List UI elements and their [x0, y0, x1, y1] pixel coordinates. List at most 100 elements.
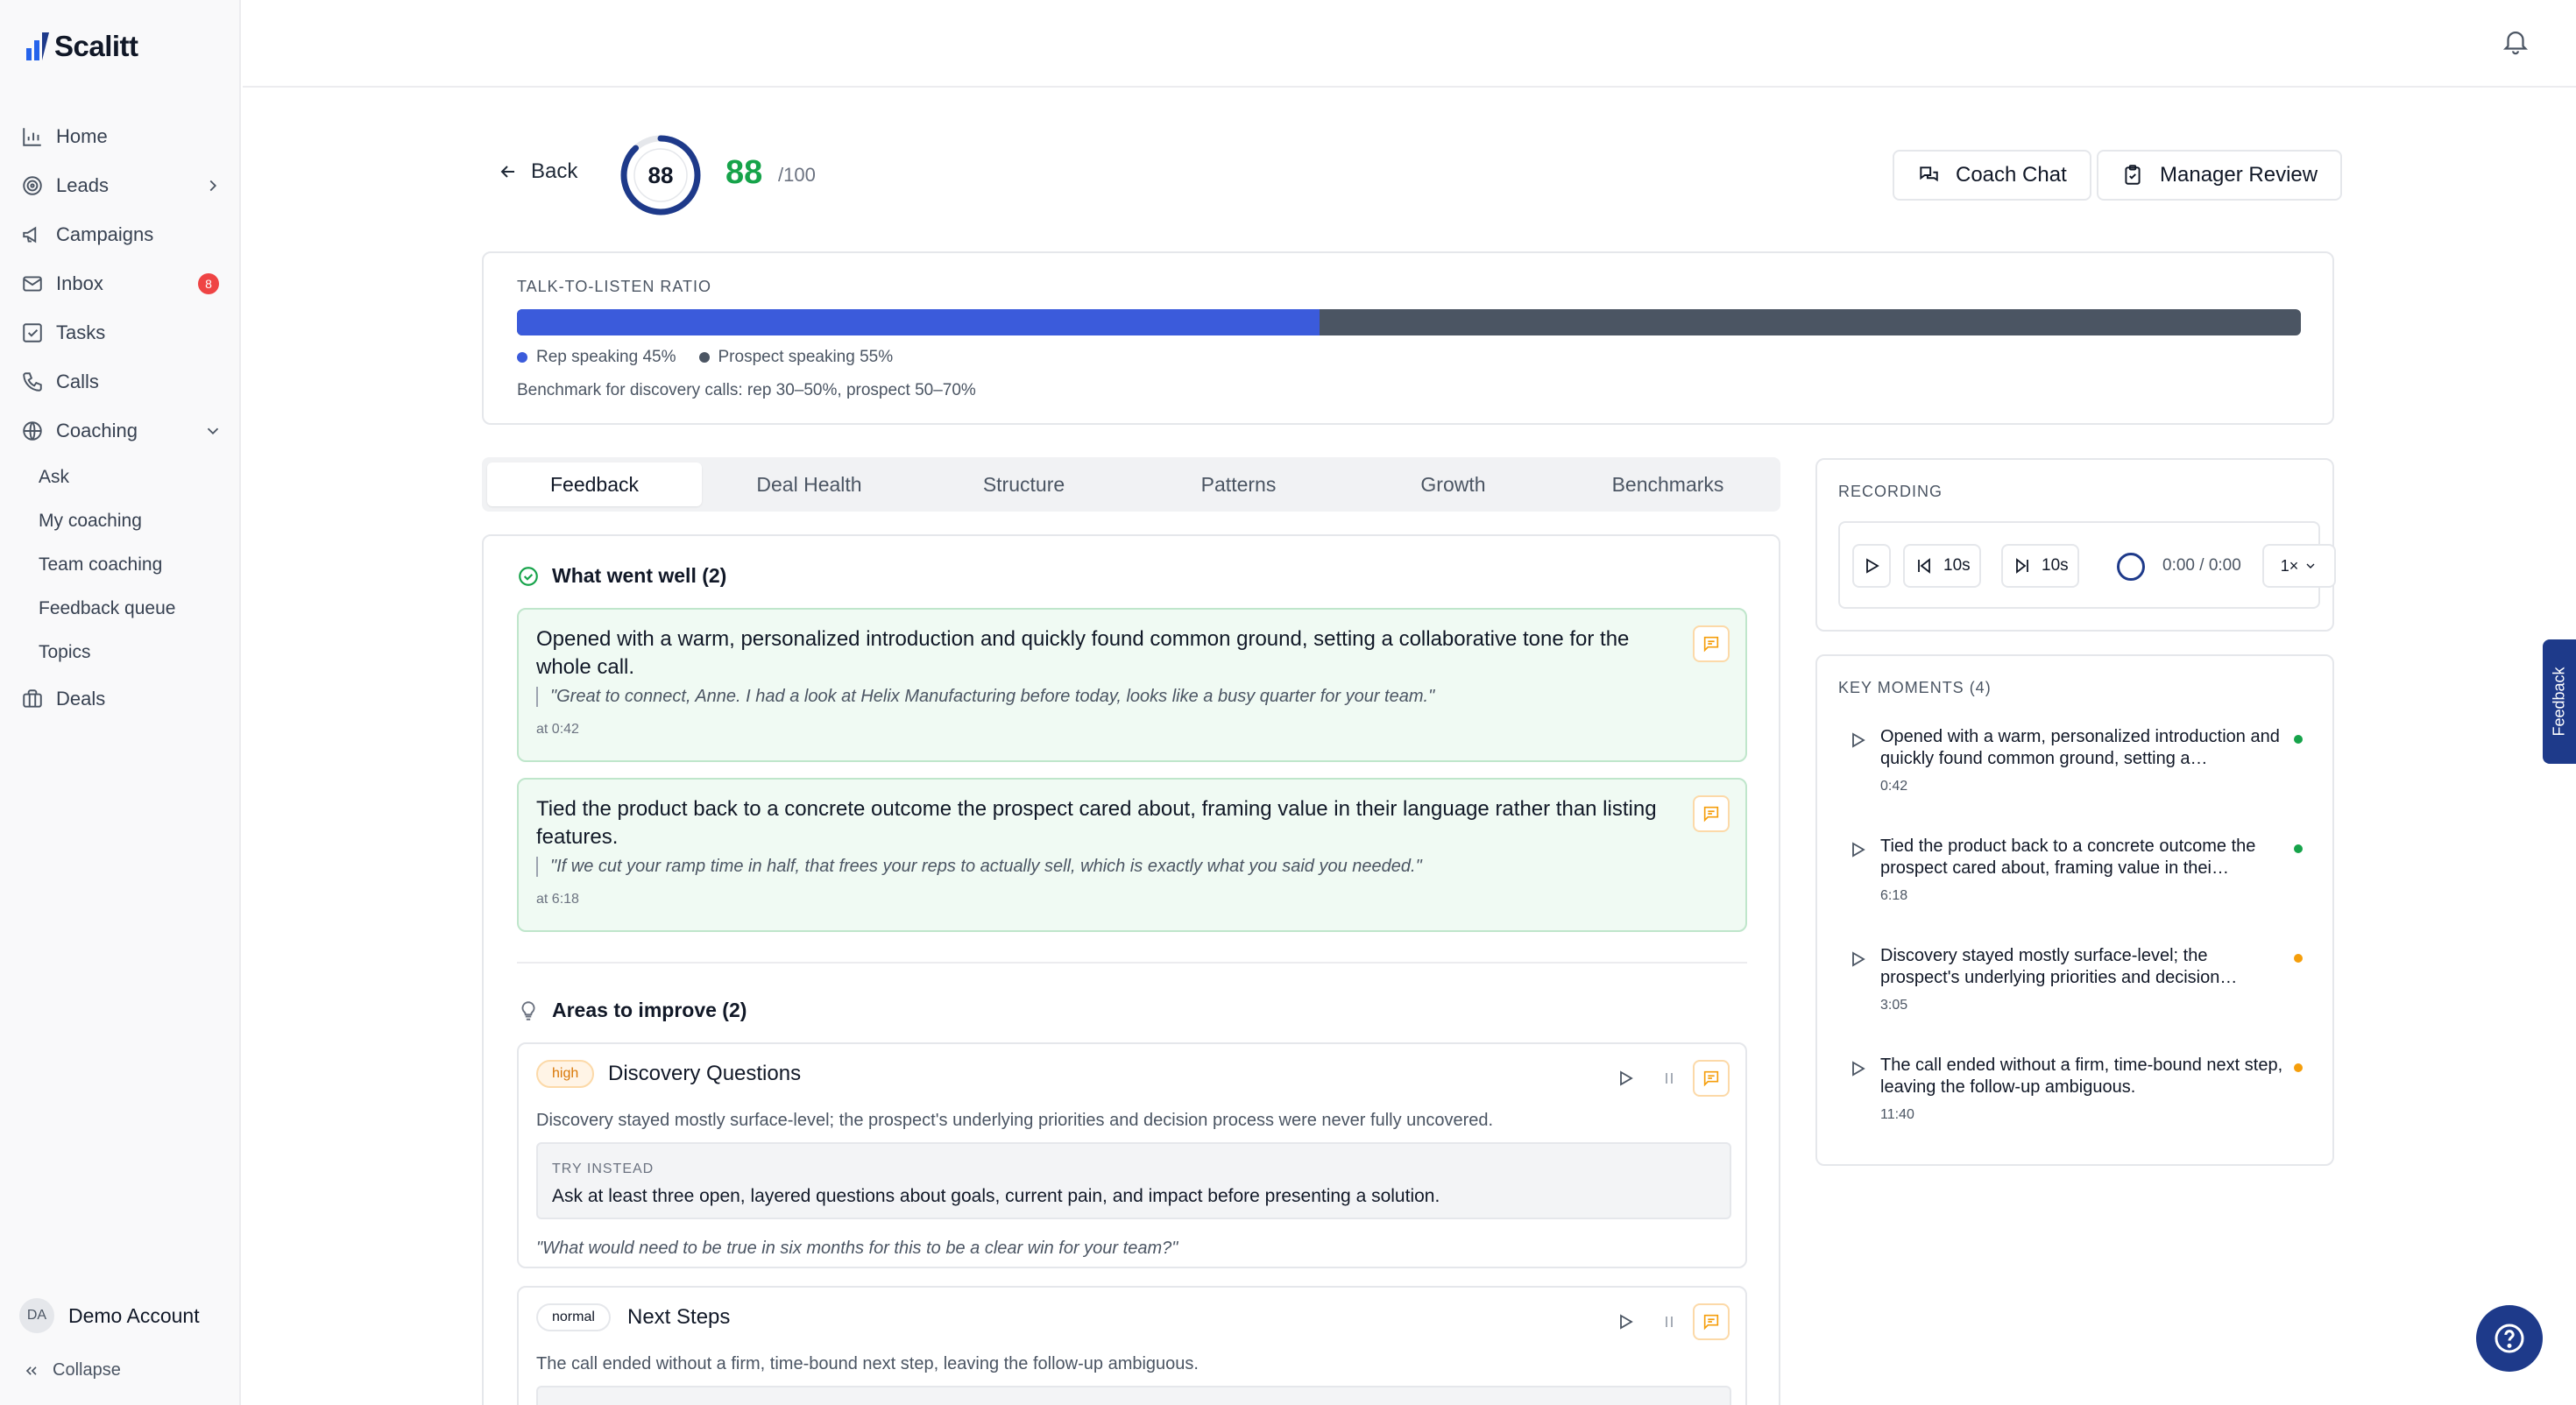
areas-to-improve-heading: Areas to improve (2) [517, 999, 747, 1022]
key-moment-time: 3:05 [1880, 998, 1908, 1013]
key-moment-dot [2294, 735, 2303, 744]
sidebar-subitem-feedback-queue[interactable]: Feedback queue [39, 587, 223, 631]
audio-player: 10s 10s 0:00 / 0:00 1× [1838, 521, 2336, 609]
comment-icon [1703, 1070, 1719, 1087]
sidebar-subitem-team-coaching[interactable]: Team coaching [39, 543, 223, 587]
manager-review-label: Manager Review [2160, 163, 2318, 187]
logo[interactable]: Scalitt [26, 30, 138, 63]
key-moment-text: Discovery stayed mostly surface-level; t… [1880, 946, 2238, 987]
collapse-button[interactable]: Collapse [23, 1360, 121, 1380]
play-clip-button[interactable] [1612, 1065, 1638, 1091]
chevron-down-icon [207, 427, 219, 435]
chevron-right-icon [209, 180, 217, 192]
key-moment-item[interactable]: Tied the product back to a concrete outc… [1847, 836, 2303, 914]
play-button[interactable] [1852, 544, 1891, 588]
well-item: Tied the product back to a concrete outc… [517, 778, 1747, 932]
try-instead-box: TRY INSTEAD Ask at least three open, lay… [536, 1142, 1731, 1219]
key-moment-item[interactable]: The call ended without a firm, time-boun… [1847, 1055, 2303, 1133]
feedback-panel: What went well (2) Opened with a warm, p… [482, 534, 1780, 1405]
ratio-bar [517, 309, 2301, 335]
skip-forward-label: 10s [2042, 556, 2069, 575]
coaching-subnav: Ask My coaching Team coaching Feedback q… [39, 455, 223, 674]
improve-item-description: The call ended without a firm, time-boun… [536, 1354, 1199, 1373]
ratio-legend: Rep speaking 45% Prospect speaking 55% [517, 348, 893, 367]
briefcase-icon [23, 689, 42, 708]
sidebar-subitem-ask[interactable]: Ask [39, 455, 223, 499]
sidebar-item-label: Inbox [56, 272, 103, 294]
skip-forward-button[interactable]: 10s [2001, 544, 2079, 588]
sidebar: Scalitt Home Leads Campaigns Inbox 8 Tas… [0, 0, 241, 1405]
help-circle-icon [2495, 1324, 2524, 1353]
section-divider [517, 962, 1747, 964]
pause-clip-button[interactable] [1656, 1065, 1682, 1091]
well-item-quote: "If we cut your ramp time in half, that … [536, 857, 1422, 877]
feedback-side-tab[interactable]: Feedback [2543, 639, 2576, 764]
sidebar-item-home[interactable]: Home [19, 112, 223, 161]
help-button[interactable] [2476, 1305, 2543, 1372]
sidebar-item-label: Campaigns [56, 223, 154, 245]
comment-icon [1703, 636, 1719, 653]
tab-benchmarks[interactable]: Benchmarks [1560, 462, 1775, 506]
legend-rep: Rep speaking 45% [517, 348, 676, 367]
play-icon [1852, 1061, 1865, 1077]
key-moment-item[interactable]: Opened with a warm, personalized introdu… [1847, 726, 2303, 805]
comment-button[interactable] [1693, 795, 1730, 832]
tab-patterns[interactable]: Patterns [1131, 462, 1346, 506]
sidebar-subitem-topics[interactable]: Topics [39, 631, 223, 674]
key-moment-dot [2294, 954, 2303, 963]
tab-deal-health[interactable]: Deal Health [702, 462, 916, 506]
target-icon [23, 176, 42, 195]
tab-growth[interactable]: Growth [1346, 462, 1560, 506]
play-icon [1852, 732, 1865, 748]
play-icon [1866, 558, 1879, 574]
avatar: DA [19, 1298, 54, 1333]
clipboard-check-icon [2125, 165, 2141, 185]
improve-item: high Discovery Questions Discovery staye… [517, 1042, 1747, 1268]
comment-button[interactable] [1693, 1060, 1730, 1097]
coach-chat-button[interactable]: Coach Chat [1893, 150, 2091, 201]
logo-mark-icon [26, 32, 49, 60]
skip-forward-icon [2016, 558, 2028, 574]
account-menu[interactable]: DA Demo Account [19, 1298, 200, 1333]
sidebar-item-label: Home [56, 125, 108, 147]
comment-button[interactable] [1693, 1303, 1730, 1340]
bar-chart-icon [23, 128, 41, 146]
key-moments-card: KEY MOMENTS (4) Opened with a warm, pers… [1815, 654, 2334, 1166]
sidebar-item-coaching[interactable]: Coaching [19, 406, 223, 455]
sidebar-item-inbox[interactable]: Inbox 8 [19, 259, 223, 308]
play-clip-button[interactable] [1612, 1309, 1638, 1335]
collapse-label: Collapse [53, 1360, 121, 1380]
sidebar-item-campaigns[interactable]: Campaigns [19, 210, 223, 259]
sidebar-item-leads[interactable]: Leads [19, 161, 223, 210]
well-item-timestamp: at 0:42 [536, 722, 579, 737]
priority-badge: high [536, 1060, 595, 1088]
key-moment-text: Opened with a warm, personalized introdu… [1880, 727, 2280, 768]
sidebar-subitem-my-coaching[interactable]: My coaching [39, 499, 223, 543]
talk-listen-ratio-card: TALK-TO-LISTEN RATIO Rep speaking 45% Pr… [482, 251, 2334, 425]
globe-icon [23, 421, 42, 441]
back-button[interactable]: Back [498, 159, 577, 184]
skip-back-label: 10s [1943, 556, 1971, 575]
key-moment-item[interactable]: Discovery stayed mostly surface-level; t… [1847, 945, 2303, 1024]
tab-feedback[interactable]: Feedback [487, 462, 702, 506]
improve-item-title: Discovery Questions [608, 1062, 802, 1085]
sidebar-item-deals[interactable]: Deals [19, 674, 223, 724]
comment-button[interactable] [1693, 625, 1730, 662]
key-moment-dot [2294, 1063, 2303, 1072]
pause-clip-button[interactable] [1656, 1309, 1682, 1335]
tab-structure[interactable]: Structure [916, 462, 1131, 506]
manager-review-button[interactable]: Manager Review [2097, 150, 2343, 201]
analysis-tabs: Feedback Deal Health Structure Patterns … [482, 457, 1780, 512]
bell-icon[interactable] [2501, 26, 2530, 56]
ratio-benchmark: Benchmark for discovery calls: rep 30–50… [517, 381, 976, 399]
recording-card: RECORDING 10s 10s 0:00 / 0:00 1× [1815, 458, 2336, 632]
sidebar-item-label: Coaching [56, 420, 138, 441]
sidebar-item-calls[interactable]: Calls [19, 357, 223, 406]
improve-item-quote: "What would need to be true in six month… [536, 1239, 1178, 1258]
top-bar [243, 0, 2576, 88]
skip-back-button[interactable]: 10s [1903, 544, 1981, 588]
playback-speed-select[interactable]: 1× [2262, 544, 2336, 588]
legend-prospect: Prospect speaking 55% [698, 348, 893, 367]
sidebar-item-tasks[interactable]: Tasks [19, 308, 223, 357]
progress-indicator[interactable] [2117, 553, 2145, 581]
